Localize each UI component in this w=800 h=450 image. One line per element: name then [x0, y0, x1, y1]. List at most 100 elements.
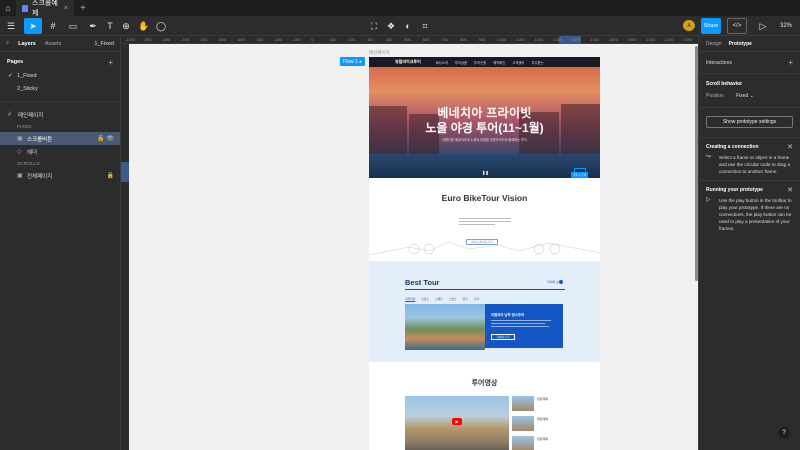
frame-name-label[interactable]: 메인페이지 [369, 50, 390, 56]
scroll-behavior-heading: Scroll behavior [706, 81, 743, 87]
best-tab[interactable]: 스페인 [435, 297, 443, 301]
tour-card-button[interactable]: 자세히 보기 [491, 334, 515, 340]
text-tool-icon[interactable]: T [104, 18, 116, 34]
more-dot-icon [559, 280, 563, 284]
tab-prototype[interactable]: Prototype [729, 41, 752, 47]
tour-card: 이탈리아 남부 명소투어 자세히 보기 [485, 304, 563, 348]
video-thumbnail[interactable] [512, 436, 534, 450]
ruler-tick: 1100 [515, 37, 525, 42]
flow-label: Flow 1 [343, 58, 358, 65]
page-selector[interactable]: 1_Fixed [94, 41, 114, 47]
video-thumbnail[interactable] [512, 396, 534, 411]
ruler-tick: 2100 [664, 37, 674, 42]
best-tab[interactable]: 영국 [463, 297, 468, 301]
ruler-highlight [121, 162, 129, 182]
ruler-tick: 1200 [534, 37, 544, 42]
video-item-title: 영상제목 [537, 417, 549, 421]
page-item-2[interactable]: 2_Sticky [0, 82, 120, 95]
frame-tool-icon[interactable]: # [46, 18, 60, 34]
layer-label: 전체페이지 [27, 173, 53, 180]
share-button[interactable]: Share [701, 18, 721, 34]
component-icon[interactable]: ❖ [385, 18, 397, 34]
add-interaction-icon[interactable]: + [788, 58, 793, 67]
best-tab[interactable]: 프랑스 [421, 297, 429, 301]
site-header[interactable]: 유럽바이크투어 회사소개 투어상품 투어신청 예약확인 고객센터 자주묻는 [369, 57, 600, 67]
zoom-level[interactable]: 32% [776, 18, 796, 34]
layers-assets-tabs: ⌕ Layers Assets 1_Fixed [0, 36, 120, 52]
creating-body: Select a frame or object in a frame and … [719, 155, 790, 174]
interactions-label: Interactions [706, 59, 732, 66]
play-icon[interactable]: ▷ [757, 18, 769, 34]
vision-button[interactable]: 회사소개 바로가기 [466, 239, 498, 245]
dev-mode-toggle-icon[interactable]: </> [727, 18, 747, 34]
ruler-tick: 900 [478, 37, 486, 42]
tab-layers[interactable]: Layers [18, 41, 36, 47]
layer-main-frame[interactable]: # 메인페이지 [0, 108, 120, 121]
help-button[interactable]: ? [778, 427, 790, 439]
lock-visibility-icons[interactable]: 🔓 👁 [97, 135, 114, 142]
add-page-icon[interactable]: + [108, 58, 113, 67]
layer-full-page[interactable]: ▣ 전체페이지 🔒 [0, 169, 120, 182]
youtube-play-icon[interactable]: ▶ [452, 418, 462, 425]
running-prototype-card: Running your prototype ✕ ▷ Use the play … [699, 183, 800, 232]
tab-design[interactable]: Design [706, 41, 722, 47]
search-icon[interactable]: ⌕ [6, 40, 9, 47]
hero-subtitle: 아름다운 베네치아의 노을과 야경을 전문가이드와 함께하는 투어 [442, 138, 527, 142]
ruler-tick: 200 [348, 37, 356, 42]
close-icon[interactable]: ✕ [787, 186, 793, 194]
ruler-tick: 1000 [497, 37, 507, 42]
lock-icon[interactable]: 🔒 [107, 172, 114, 179]
frame-icon: # [8, 111, 12, 118]
move-tool-icon[interactable]: ➤ [24, 18, 42, 34]
best-tab[interactable]: 스위스 [449, 297, 457, 301]
best-tabs: 이탈리아 프랑스 스페인 스위스 영국 기타 [405, 297, 479, 301]
tour-photo [405, 304, 485, 350]
creating-connection-card: Creating a connection ✕ ↪ Select a frame… [699, 140, 800, 175]
tab-assets[interactable]: Assets [45, 41, 62, 47]
ruler-tick: 2200 [683, 37, 693, 42]
main-page-frame[interactable]: 유럽바이크투어 회사소개 투어상품 투어신청 예약확인 고객센터 자주묻는 베네… [369, 57, 600, 450]
pages-header: Pages + [0, 55, 120, 69]
avatar[interactable]: A [683, 20, 695, 31]
best-tab[interactable]: 이탈리아 [405, 297, 415, 301]
ruler-tick: 0 [311, 37, 314, 42]
ruler-tick: -800 [162, 37, 171, 42]
crop-frame-icon[interactable]: ⛶ [368, 18, 380, 34]
ruler-tick: 100 [329, 37, 337, 42]
layer-scroll-button[interactable]: ▣ 스크롤버튼 🔓 👁 [0, 132, 120, 145]
layer-label: 헤더 [27, 149, 38, 156]
contrast-icon[interactable]: ◐ [402, 18, 414, 34]
video-thumbnail[interactable] [512, 416, 534, 431]
flow-starting-point[interactable]: Flow 1 ▸ [340, 57, 366, 66]
layer-header[interactable]: ◇ 헤더 [0, 145, 120, 158]
new-tab-icon[interactable]: + [80, 3, 86, 14]
page-item-1[interactable]: ✓ 1_Fixed [0, 69, 120, 82]
vision-text [459, 218, 511, 228]
site-logo: 유럽바이크투어 [395, 59, 421, 64]
hand-tool-icon[interactable]: ✋ [138, 18, 150, 34]
vision-section: Euro BikeTour Vision 회사소개 바로가기 [369, 178, 600, 262]
crop-icon[interactable]: ⌗ [419, 18, 431, 34]
show-prototype-settings-button[interactable]: Show prototype settings [706, 116, 793, 128]
main-menu-icon[interactable]: ☰ [4, 18, 18, 34]
close-icon[interactable]: ✕ [787, 143, 793, 151]
ruler-tick: 1601 [571, 37, 581, 42]
design-prototype-tabs: Design Prototype [699, 36, 800, 52]
file-tab[interactable]: 스크롤예제 × [16, 0, 74, 17]
tour-card-title: 이탈리아 남부 명소투어 [491, 313, 525, 317]
ruler-tick: -700 [180, 37, 189, 42]
shapes-tool-icon[interactable]: ⊕ [120, 18, 132, 34]
position-select[interactable]: Fixed ⌄ [736, 93, 754, 99]
rectangle-tool-icon[interactable]: ▭ [66, 18, 80, 34]
ruler-tick: 1340 [553, 37, 562, 42]
pen-tool-icon[interactable]: ✒ [86, 18, 100, 34]
comment-tool-icon[interactable]: ◯ [155, 18, 167, 34]
ruler-tick: 500 [404, 37, 411, 42]
layer-label: 메인페이지 [18, 112, 44, 119]
image-icon: ▣ [17, 136, 23, 142]
play-icon: ▸ [359, 58, 363, 65]
close-tab-icon[interactable]: × [64, 5, 68, 12]
best-tab[interactable]: 기타 [474, 297, 479, 301]
home-icon[interactable]: ⌂ [0, 0, 16, 16]
nav-item: 투어상품 [454, 60, 468, 65]
